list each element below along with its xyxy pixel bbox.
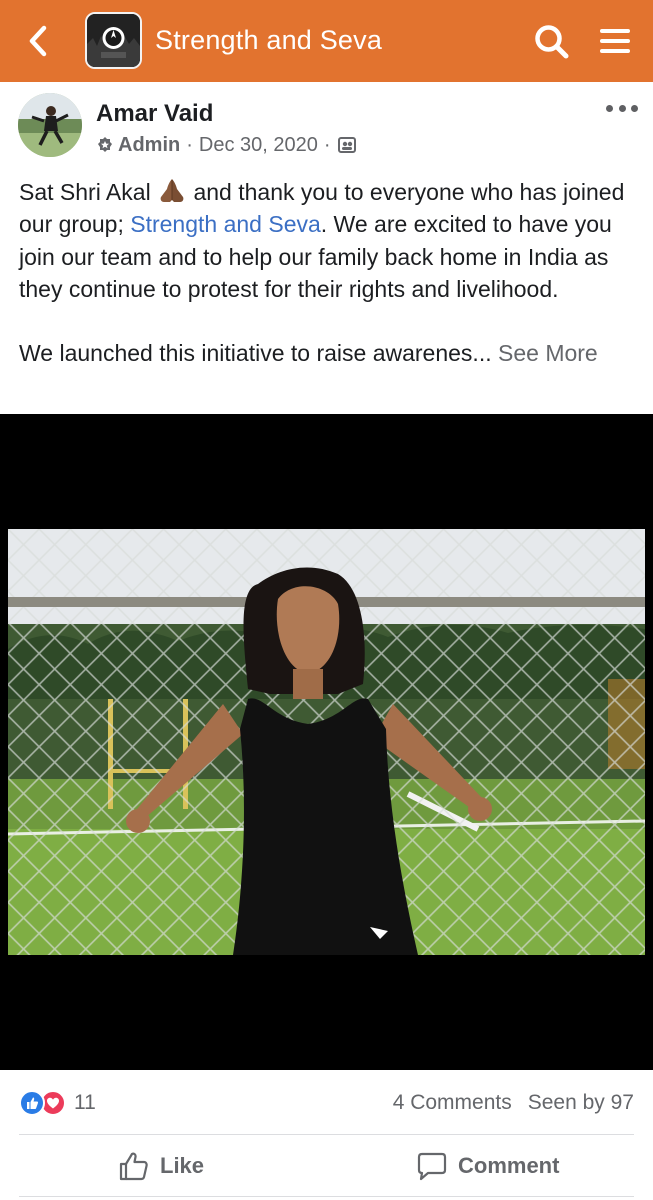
chevron-left-icon: [29, 25, 47, 57]
like-reaction-icon: [19, 1090, 45, 1116]
more-options-icon-dot: [618, 104, 626, 112]
post-body: Sat Shri Akal and thank you to everyone …: [19, 176, 639, 369]
more-options-icon-dot: [631, 104, 638, 112]
back-button[interactable]: [20, 22, 56, 60]
reactions-summary[interactable]: 11: [19, 1088, 96, 1118]
comments-count[interactable]: 4 Comments: [393, 1091, 512, 1115]
post-date[interactable]: Dec 30, 2020: [199, 134, 318, 157]
top-bar: Strength and Seva: [0, 0, 653, 82]
divider: [19, 1134, 634, 1135]
comment-label: Comment: [458, 1153, 560, 1178]
thumbs-up-icon: [119, 1152, 148, 1181]
group-avatar[interactable]: [85, 12, 142, 69]
search-button[interactable]: [532, 22, 572, 62]
admin-badge-icon: [98, 137, 112, 152]
menu-button[interactable]: [598, 24, 632, 58]
meta-separator: ·: [186, 133, 193, 156]
post-photo[interactable]: [8, 529, 645, 955]
post-paragraph: We launched this initiative to raise awa…: [19, 337, 639, 369]
members-only-icon: [337, 137, 356, 153]
comment-button[interactable]: Comment: [416, 1148, 559, 1184]
group-title[interactable]: Strength and Seva: [155, 22, 382, 58]
post-photo-frame[interactable]: [0, 414, 653, 1070]
reaction-count: 11: [74, 1091, 96, 1114]
engagement-stats: 4 Comments Seen by 97: [393, 1088, 634, 1118]
woman-at-fence-photo: [8, 529, 645, 955]
comment-bubble-icon: [417, 1152, 447, 1181]
post-meta: Admin · Dec 30, 2020 ·: [96, 131, 357, 159]
meta-separator: ·: [323, 133, 331, 156]
see-more-link[interactable]: See More: [498, 340, 598, 366]
group-logo-image: [87, 14, 140, 67]
author-role: Admin: [118, 133, 181, 156]
hamburger-menu-icon: [600, 29, 630, 53]
author-name[interactable]: Amar Vaid: [96, 99, 213, 129]
group-link[interactable]: Strength and Seva: [130, 211, 321, 237]
post-text-span: Sat Shri Akal: [19, 179, 151, 205]
like-label: Like: [160, 1153, 205, 1178]
more-options-icon-dot: [606, 104, 613, 112]
post-options-button[interactable]: [606, 97, 638, 119]
post-text-span: We launched this initiative to raise awa…: [19, 340, 492, 367]
divider: [19, 1196, 634, 1197]
like-button[interactable]: Like: [118, 1148, 204, 1184]
search-icon: [535, 25, 569, 59]
folded-hands-emoji-icon: [160, 179, 184, 202]
author-photo: [18, 93, 82, 157]
author-avatar[interactable]: [18, 93, 82, 157]
seen-by-count[interactable]: Seen by 97: [528, 1091, 634, 1115]
post-paragraph: Sat Shri Akal and thank you to everyone …: [19, 176, 639, 305]
